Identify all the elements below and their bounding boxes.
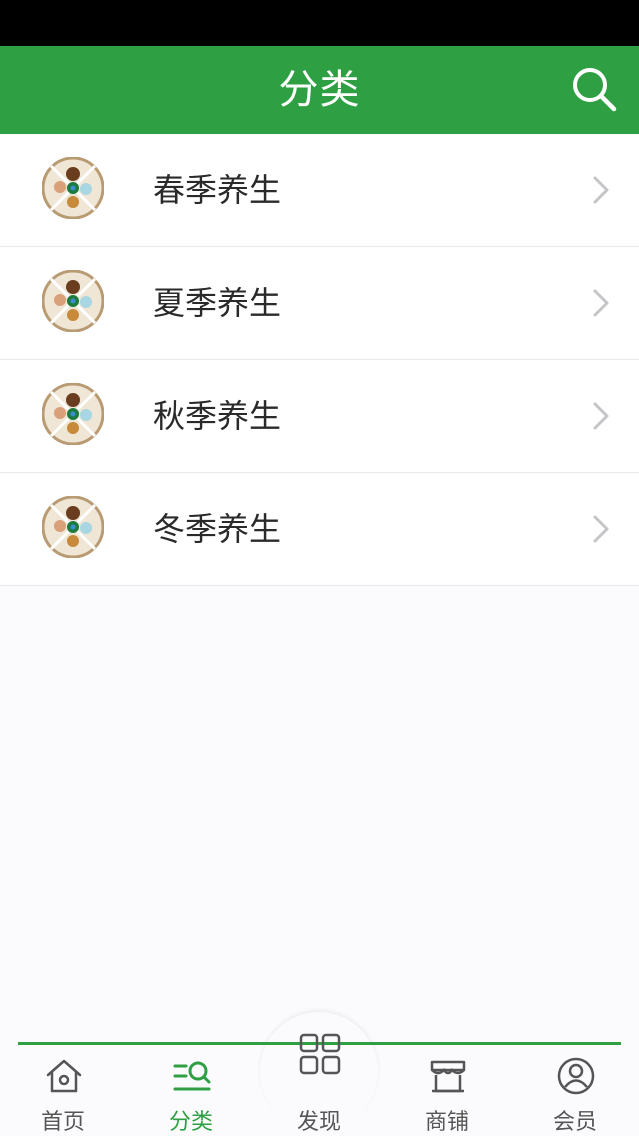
- tab-label: 发现: [296, 1110, 341, 1135]
- page-title: 分类: [278, 67, 361, 113]
- status-bar: [0, 0, 639, 46]
- chevron-right-icon: [593, 289, 609, 317]
- tab-member[interactable]: 会员: [520, 1042, 630, 1136]
- grid-icon: [299, 1033, 341, 1075]
- chevron-right-icon: [593, 515, 609, 543]
- category-label: 冬季养生: [153, 510, 282, 548]
- tab-label: 分类: [168, 1110, 213, 1135]
- category-label: 夏季养生: [153, 284, 282, 322]
- tab-discover[interactable]: 发现: [264, 1033, 374, 1136]
- tab-label: 会员: [552, 1110, 597, 1135]
- category-thumbnail-icon: [42, 496, 104, 558]
- category-label: 秋季养生: [153, 397, 282, 435]
- category-row-winter[interactable]: 冬季养生: [0, 473, 639, 586]
- tab-store[interactable]: 商铺: [392, 1042, 502, 1136]
- category-thumbnail-icon: [42, 157, 104, 219]
- chevron-right-icon: [593, 176, 609, 204]
- search-icon: [573, 68, 617, 112]
- tab-home[interactable]: 首页: [8, 1042, 118, 1136]
- category-row-spring[interactable]: 春季养生: [0, 134, 639, 247]
- user-icon: [557, 1057, 595, 1095]
- category-label: 春季养生: [153, 171, 282, 209]
- chevron-right-icon: [593, 402, 609, 430]
- category-list: 春季养生 夏季养生 秋季养生 冬季养生: [0, 134, 639, 586]
- category-thumbnail-icon: [42, 383, 104, 445]
- home-icon: [46, 1059, 82, 1093]
- header-bar: 分类: [0, 46, 639, 134]
- category-row-summer[interactable]: 夏季养生: [0, 247, 639, 360]
- store-icon: [430, 1060, 466, 1093]
- tab-label: 商铺: [424, 1110, 469, 1135]
- category-icon: [173, 1061, 211, 1091]
- bottom-tab-bar: 首页 分类 发现 商铺 会员: [0, 1012, 639, 1136]
- tab-label: 首页: [40, 1110, 85, 1135]
- tab-category[interactable]: 分类: [136, 1042, 246, 1136]
- search-button[interactable]: [567, 62, 623, 118]
- category-row-autumn[interactable]: 秋季养生: [0, 360, 639, 473]
- category-thumbnail-icon: [42, 270, 104, 332]
